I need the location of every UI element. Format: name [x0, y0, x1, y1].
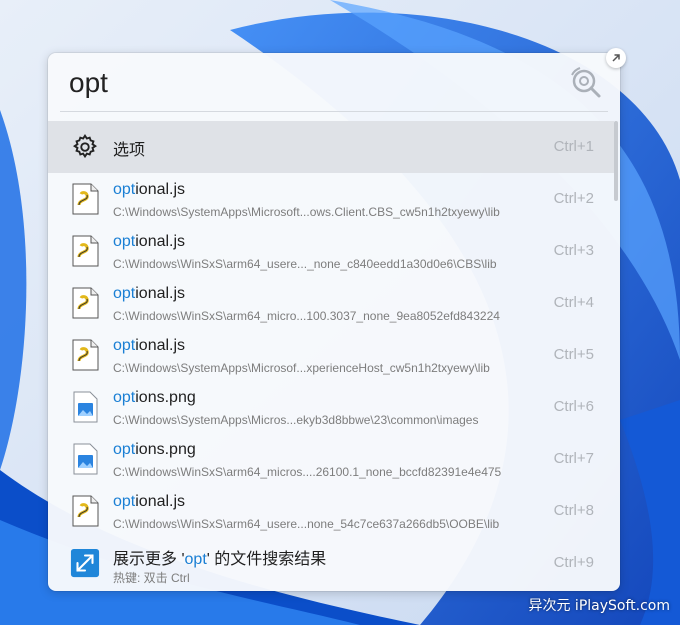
result-shortcut: Ctrl+9	[553, 554, 594, 571]
png-file-icon	[73, 443, 98, 475]
result-shortcut: Ctrl+7	[553, 450, 594, 467]
search-launcher-window: 选项 Ctrl+1 optional.js C:\Windows\SystemA…	[48, 53, 620, 591]
result-title: options.png	[113, 441, 196, 458]
result-shortcut: Ctrl+2	[553, 190, 594, 207]
result-row[interactable]: optional.js C:\Windows\SystemApps\Micros…	[48, 329, 614, 381]
result-row[interactable]: options.png C:\Windows\WinSxS\arm64_micr…	[48, 433, 614, 485]
result-title: 选项	[113, 142, 146, 159]
result-path: C:\Windows\WinSxS\arm64_micros....26100.…	[113, 465, 502, 479]
result-shortcut: Ctrl+6	[553, 398, 594, 415]
results-scrollbar[interactable]	[614, 121, 618, 201]
result-path: C:\Windows\SystemApps\Microsoft...ows.Cl…	[113, 205, 500, 219]
result-title: optional.js	[113, 493, 186, 510]
result-title: optional.js	[113, 285, 186, 302]
arrow-up-right-icon	[612, 54, 620, 62]
gear-icon	[72, 134, 98, 159]
result-shortcut: Ctrl+5	[553, 346, 594, 363]
result-title: optional.js	[113, 337, 186, 354]
app-logo-icon[interactable]	[568, 65, 602, 99]
search-divider	[60, 111, 608, 112]
search-input[interactable]	[69, 63, 549, 103]
js-file-icon	[72, 495, 99, 527]
watermark-text: 异次元 iPlaySoft.com	[528, 598, 670, 614]
png-file-icon	[73, 391, 98, 423]
result-title: 展示更多 'opt' 的文件搜索结果	[113, 551, 327, 568]
js-file-icon	[72, 287, 99, 319]
result-path: C:\Windows\WinSxS\arm64_micro...100.3037…	[113, 309, 500, 323]
result-shortcut: Ctrl+1	[553, 138, 594, 155]
hotkey-hint: 热键: 双击 Ctrl	[113, 571, 190, 585]
result-shortcut: Ctrl+3	[553, 242, 594, 259]
js-file-icon	[72, 183, 99, 215]
results-list: 选项 Ctrl+1 optional.js C:\Windows\SystemA…	[48, 121, 614, 589]
result-row[interactable]: optional.js C:\Windows\SystemApps\Micros…	[48, 173, 614, 225]
result-row[interactable]: optional.js C:\Windows\WinSxS\arm64_micr…	[48, 277, 614, 329]
result-path: C:\Windows\SystemApps\Microsof...xperien…	[113, 361, 490, 375]
js-file-icon	[72, 339, 99, 371]
result-shortcut: Ctrl+4	[553, 294, 594, 311]
result-title: optional.js	[113, 181, 186, 198]
result-row[interactable]: optional.js C:\Windows\WinSxS\arm64_user…	[48, 485, 614, 537]
result-row[interactable]: options.png C:\Windows\SystemApps\Micros…	[48, 381, 614, 433]
search-bar	[48, 53, 620, 111]
result-path: C:\Windows\SystemApps\Micros...ekyb3d8bb…	[113, 413, 479, 427]
open-window-button[interactable]	[606, 48, 626, 68]
js-file-icon	[72, 235, 99, 267]
result-title: optional.js	[113, 233, 186, 250]
result-path: C:\Windows\WinSxS\arm64_usere..._none_c8…	[113, 257, 497, 271]
expand-icon	[70, 548, 100, 578]
result-row-options[interactable]: 选项 Ctrl+1	[48, 121, 614, 173]
result-title: options.png	[113, 389, 196, 406]
result-row-show-more[interactable]: 展示更多 'opt' 的文件搜索结果 热键: 双击 Ctrl Ctrl+9	[48, 537, 614, 589]
result-path: C:\Windows\WinSxS\arm64_usere...none_54c…	[113, 517, 500, 531]
result-shortcut: Ctrl+8	[553, 502, 594, 519]
result-row[interactable]: optional.js C:\Windows\WinSxS\arm64_user…	[48, 225, 614, 277]
